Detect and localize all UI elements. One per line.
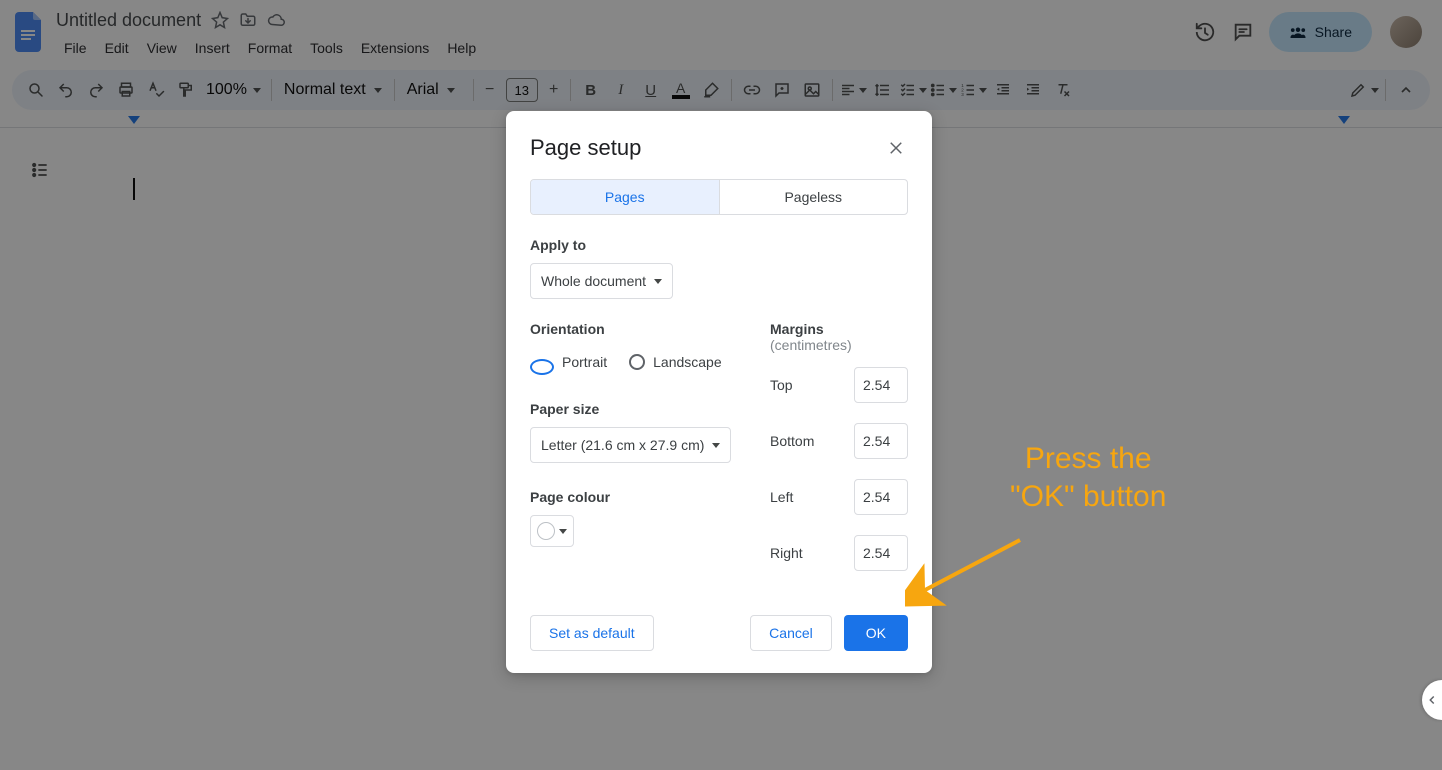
apply-to-value: Whole document [541, 273, 646, 289]
caret-down-icon [712, 443, 720, 448]
set-default-button[interactable]: Set as default [530, 615, 654, 651]
margin-top-label: Top [770, 377, 793, 393]
margin-right-input[interactable]: 2.54 [854, 535, 908, 571]
page-colour-select[interactable] [530, 515, 574, 547]
margin-bottom-row: Bottom 2.54 [770, 423, 908, 459]
apply-to-select[interactable]: Whole document [530, 263, 673, 299]
left-column: Orientation Portrait Landscape Paper siz… [530, 321, 746, 571]
margin-left-label: Left [770, 489, 793, 505]
page-colour-label: Page colour [530, 489, 746, 505]
margin-bottom-label: Bottom [770, 433, 814, 449]
close-icon[interactable] [884, 136, 908, 160]
dialog-columns: Orientation Portrait Landscape Paper siz… [530, 321, 908, 571]
ok-button[interactable]: OK [844, 615, 908, 651]
cancel-button[interactable]: Cancel [750, 615, 832, 651]
orientation-radios: Portrait Landscape [530, 349, 746, 375]
orientation-landscape-radio[interactable]: Landscape [629, 349, 722, 375]
radio-unselected-icon [629, 354, 645, 370]
landscape-label: Landscape [653, 354, 722, 370]
margin-bottom-input[interactable]: 2.54 [854, 423, 908, 459]
margins-heading: Margins (centimetres) [770, 321, 908, 353]
colour-swatch-icon [537, 522, 555, 540]
page-setup-dialog: Page setup Pages Pageless Apply to Whole… [506, 111, 932, 673]
paper-size-label: Paper size [530, 401, 746, 417]
dialog-footer: Set as default Cancel OK [530, 615, 908, 651]
footer-spacer [666, 615, 739, 651]
margin-left-row: Left 2.54 [770, 479, 908, 515]
caret-down-icon [559, 529, 567, 534]
caret-down-icon [654, 279, 662, 284]
dialog-title: Page setup [530, 135, 641, 161]
right-column: Margins (centimetres) Top 2.54 Bottom 2.… [770, 321, 908, 571]
margin-left-input[interactable]: 2.54 [854, 479, 908, 515]
radio-selected-icon [530, 359, 554, 375]
margin-top-row: Top 2.54 [770, 367, 908, 403]
dialog-header: Page setup [530, 135, 908, 161]
margin-right-row: Right 2.54 [770, 535, 908, 571]
paper-size-value: Letter (21.6 cm x 27.9 cm) [541, 437, 704, 453]
app-root: Untitled document File Edit View Insert … [0, 0, 1442, 770]
margins-unit: (centimetres) [770, 337, 852, 353]
tab-pageless[interactable]: Pageless [719, 180, 908, 214]
orientation-portrait-radio[interactable]: Portrait [530, 349, 607, 375]
portrait-label: Portrait [562, 354, 607, 370]
orientation-label: Orientation [530, 321, 746, 337]
paper-size-select[interactable]: Letter (21.6 cm x 27.9 cm) [530, 427, 731, 463]
margin-right-label: Right [770, 545, 803, 561]
margin-top-input[interactable]: 2.54 [854, 367, 908, 403]
margins-label: Margins [770, 321, 824, 337]
tab-pages[interactable]: Pages [531, 180, 719, 214]
page-mode-tabs: Pages Pageless [530, 179, 908, 215]
apply-to-label: Apply to [530, 237, 908, 253]
